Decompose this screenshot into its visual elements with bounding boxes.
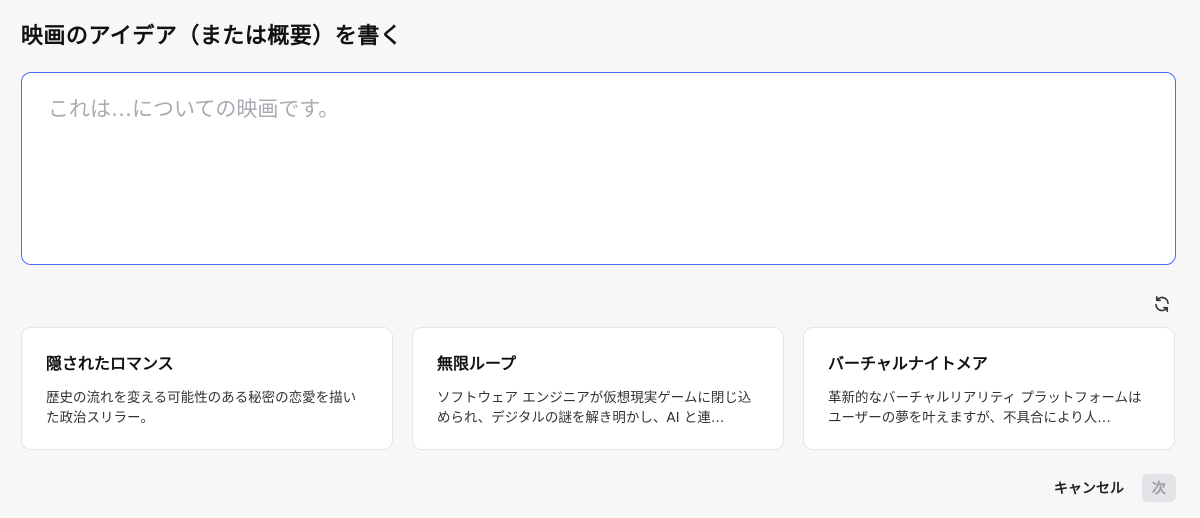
dialog-footer: キャンセル 次 bbox=[1054, 474, 1176, 502]
refresh-suggestions-button[interactable] bbox=[1150, 292, 1174, 316]
refresh-icon bbox=[1155, 296, 1169, 312]
suggestion-card[interactable]: バーチャルナイトメア 革新的なバーチャルリアリティ プラットフォームはユーザーの… bbox=[803, 327, 1175, 450]
idea-input-container bbox=[21, 72, 1176, 265]
suggestion-description: 歴史の流れを変える可能性のある秘密の恋愛を描いた政治スリラー。 bbox=[46, 390, 357, 426]
page-title: 映画のアイデア（または概要）を書く bbox=[21, 24, 403, 49]
suggestion-description: ソフトウェア エンジニアが仮想現実ゲームに閉じ込められ、デジタルの謎を解き明かし… bbox=[437, 390, 752, 426]
cancel-button[interactable]: キャンセル bbox=[1054, 478, 1124, 498]
idea-input[interactable] bbox=[22, 73, 1175, 264]
suggestion-card[interactable]: 無限ループ ソフトウェア エンジニアが仮想現実ゲームに閉じ込められ、デジタルの謎… bbox=[412, 327, 784, 450]
suggestion-card[interactable]: 隠されたロマンス 歴史の流れを変える可能性のある秘密の恋愛を描いた政治スリラー。 bbox=[21, 327, 393, 450]
suggestion-description: 革新的なバーチャルリアリティ プラットフォームはユーザーの夢を叶えますが、不具合… bbox=[828, 390, 1142, 426]
movie-idea-dialog: 映画のアイデア（または概要）を書く 隠されたロマンス 歴史の流れを変える可能性の… bbox=[0, 0, 1200, 518]
next-button[interactable]: 次 bbox=[1142, 474, 1176, 502]
suggestion-title: 無限ループ bbox=[437, 354, 517, 373]
suggestion-title: 隠されたロマンス bbox=[46, 354, 174, 373]
suggestion-title: バーチャルナイトメア bbox=[828, 354, 988, 373]
suggestion-cards: 隠されたロマンス 歴史の流れを変える可能性のある秘密の恋愛を描いた政治スリラー。… bbox=[21, 327, 1176, 450]
